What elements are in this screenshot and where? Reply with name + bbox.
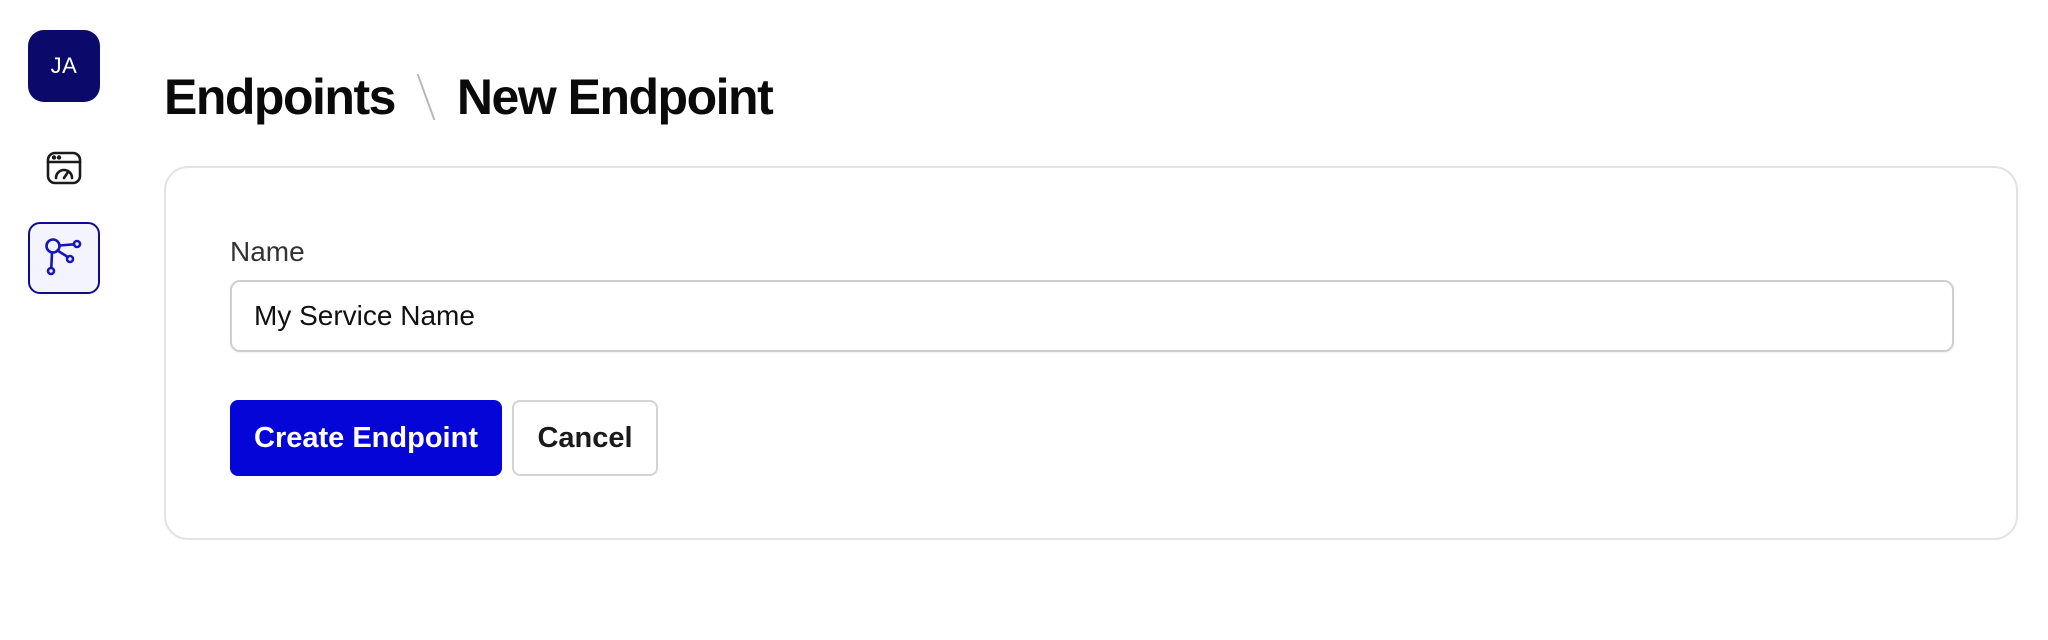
name-input[interactable] [230, 280, 1954, 352]
breadcrumb: Endpoints New Endpoint [164, 68, 774, 126]
create-endpoint-button[interactable]: Create Endpoint [230, 400, 502, 476]
sidebar-item-endpoints[interactable] [28, 222, 100, 294]
breadcrumb-separator [416, 74, 436, 120]
new-endpoint-form-card: Name Create Endpoint Cancel [164, 166, 2018, 540]
avatar-initials: JA [50, 53, 78, 78]
sidebar: JA [0, 0, 128, 640]
cancel-button[interactable]: Cancel [512, 400, 658, 476]
sidebar-item-dashboard[interactable] [28, 134, 100, 206]
dashboard-icon [44, 148, 84, 193]
page-title: New Endpoint [456, 69, 774, 125]
avatar[interactable]: JA [28, 30, 100, 102]
name-field-label: Name [230, 236, 305, 267]
endpoints-icon [43, 235, 85, 282]
breadcrumb-parent-link[interactable]: Endpoints [164, 68, 396, 126]
